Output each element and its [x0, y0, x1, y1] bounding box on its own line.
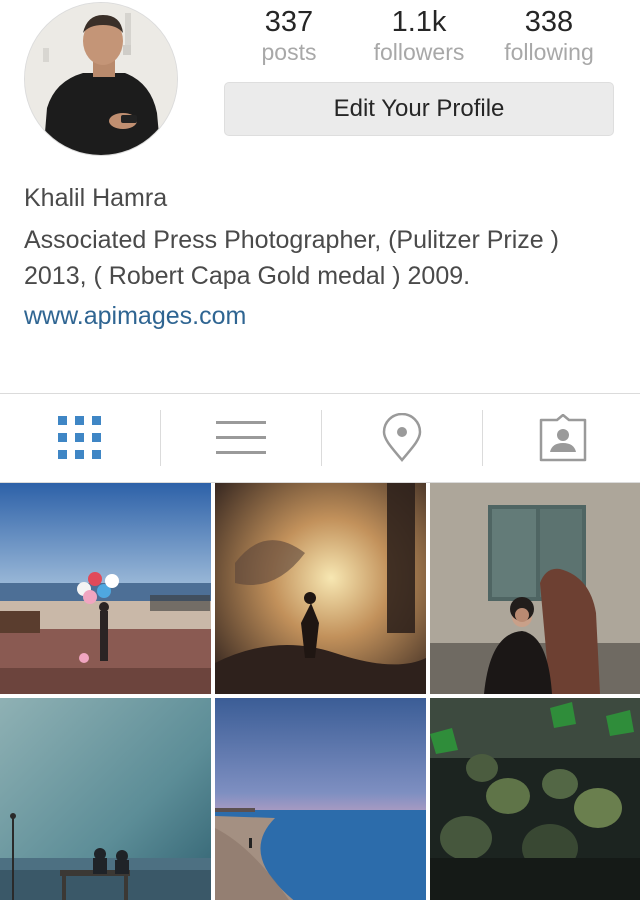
- photo-grid: [0, 483, 640, 900]
- followers-count: 1.1k: [391, 6, 447, 38]
- photo-thumbnail[interactable]: [0, 698, 211, 900]
- photo-thumbnail[interactable]: [430, 483, 640, 694]
- photo-balloons: [0, 483, 211, 694]
- profile-stats: 337 posts 1.1k followers 338 following: [224, 4, 614, 74]
- posts-count: 337: [264, 6, 314, 38]
- bio-text: Associated Press Photographer, (Pulitzer…: [24, 226, 559, 290]
- following-label: following: [504, 39, 594, 65]
- following-count: 338: [524, 6, 574, 38]
- profile-tab-bar: [0, 393, 640, 483]
- edit-profile-button[interactable]: Edit Your Profile: [224, 82, 614, 136]
- followers-label: followers: [373, 39, 465, 65]
- photo-thumbnail[interactable]: [0, 483, 211, 694]
- posts-stat[interactable]: 337 posts: [224, 4, 354, 64]
- tab-list-view[interactable]: [161, 394, 321, 482]
- photo-thumbnail[interactable]: [430, 698, 640, 900]
- posts-label: posts: [261, 39, 317, 65]
- grid-icon: [58, 416, 101, 459]
- location-pin-icon: [382, 413, 422, 462]
- profile-header: 337 posts 1.1k followers 338 following E…: [0, 0, 640, 160]
- photo-smoke-silhouettes: [215, 483, 426, 694]
- list-icon: [216, 421, 266, 454]
- avatar[interactable]: [24, 2, 178, 156]
- tab-tagged-photos[interactable]: [483, 394, 640, 482]
- profile-bio: Khalil Hamra Associated Press Photograph…: [24, 180, 614, 334]
- photo-couple-window: [430, 483, 640, 694]
- following-stat[interactable]: 338 following: [484, 4, 614, 64]
- tab-map-view[interactable]: [322, 394, 482, 482]
- tagged-person-icon: [539, 414, 587, 462]
- photo-thumbnail[interactable]: [215, 698, 426, 900]
- tab-grid-view[interactable]: [0, 394, 160, 482]
- website-link[interactable]: www.apimages.com: [24, 298, 614, 334]
- photo-thumbnail[interactable]: [215, 483, 426, 694]
- profile-name: Khalil Hamra: [24, 184, 168, 212]
- avatar-photo: [25, 3, 177, 155]
- photo-harbor-bench: [0, 698, 211, 900]
- photo-crowd-flags: [430, 698, 640, 900]
- photo-beach-dusk: [215, 698, 426, 900]
- followers-stat[interactable]: 1.1k followers: [354, 4, 484, 64]
